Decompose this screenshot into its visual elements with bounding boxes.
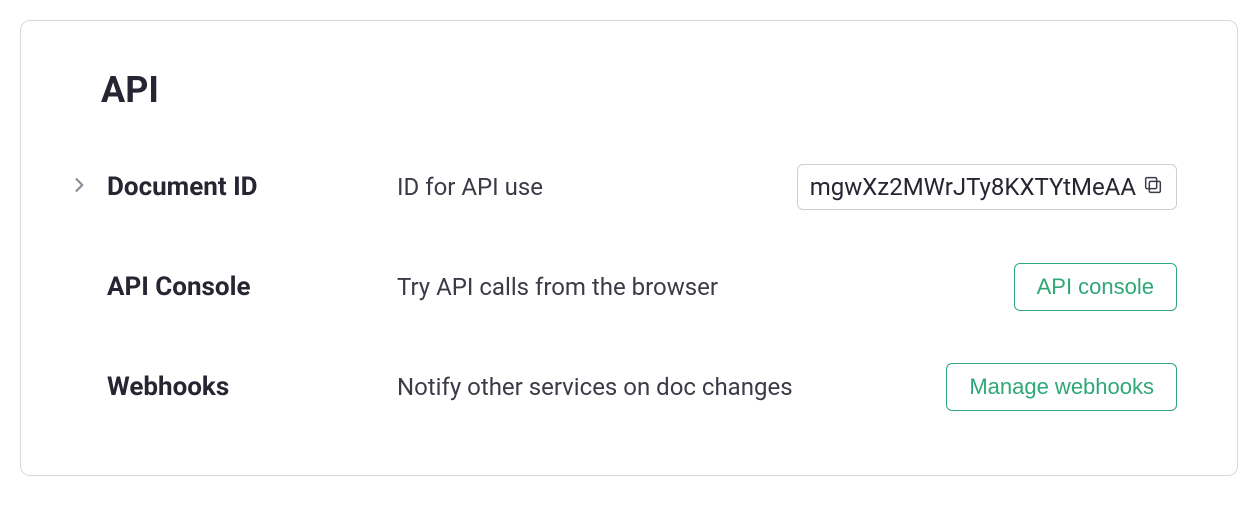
row-description-api-console: Try API calls from the browser [397,273,1014,301]
row-api-console: API Console Try API calls from the brows… [69,259,1177,315]
row-label-api-console: API Console [107,272,397,302]
row-label-webhooks: Webhooks [107,372,397,402]
api-section-panel: API Document ID ID for API use mgwXz2MWr… [20,20,1238,476]
row-webhooks: Webhooks Notify other services on doc ch… [69,359,1177,415]
document-id-value[interactable]: mgwXz2MWrJTy8KXTYtMeAA [810,173,1136,201]
chevron-right-icon[interactable] [69,175,89,199]
row-label-document-id: Document ID [107,172,397,202]
copy-icon[interactable] [1142,174,1164,200]
document-id-box: mgwXz2MWrJTy8KXTYtMeAA [797,164,1177,210]
section-title: API [101,69,1177,111]
row-description-webhooks: Notify other services on doc changes [397,373,946,401]
api-console-button[interactable]: API console [1014,263,1177,311]
manage-webhooks-button[interactable]: Manage webhooks [946,363,1177,411]
row-document-id: Document ID ID for API use mgwXz2MWrJTy8… [69,159,1177,215]
row-description-document-id: ID for API use [397,173,797,201]
